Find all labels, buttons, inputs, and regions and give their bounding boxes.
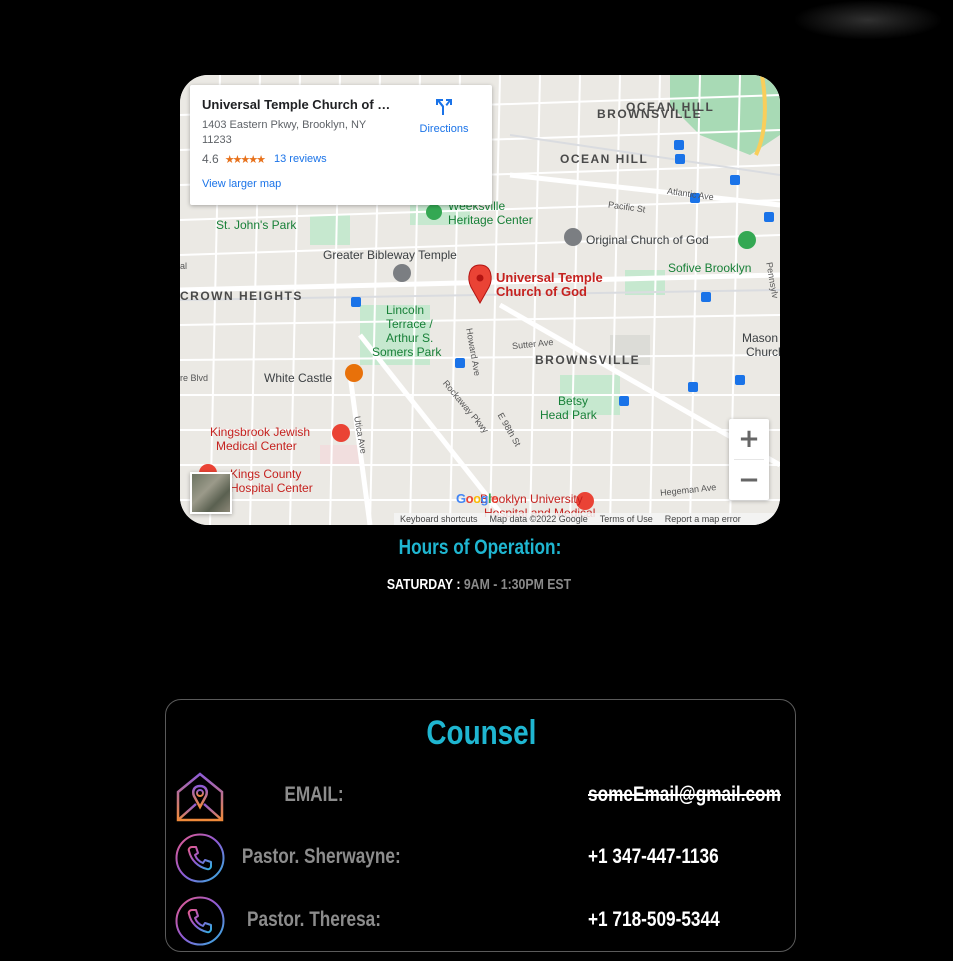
reviews-link[interactable]: 13 reviews — [274, 153, 327, 165]
map-label-crown-heights: CROWN HEIGHTS — [180, 289, 303, 303]
satellite-toggle[interactable] — [190, 472, 232, 514]
hours-title: Hours of Operation: — [398, 536, 562, 559]
place-info-card: Universal Temple Church of G... 1403 Eas… — [190, 85, 492, 205]
map-label-sofive: Sofive Brooklyn — [668, 261, 752, 275]
map-data-text: Map data ©2022 Google — [489, 514, 588, 524]
phone-icon — [175, 896, 225, 946]
street-re-blvd: re Blvd — [180, 373, 209, 383]
contact-row-sherwayne: Pastor. Sherwayne: +1 347-447-1136 — [166, 832, 797, 884]
map-label-original-church: Original Church of God — [586, 233, 709, 247]
contact-label-theresa: Pastor. Theresa: — [247, 908, 381, 931]
map-label-kingsbrook-2: Medical Center — [216, 439, 297, 453]
map-label-lincoln-3: Arthur S. — [386, 331, 434, 345]
street-al: al — [180, 261, 188, 271]
zoom-controls: + − — [729, 419, 769, 500]
counsel-title: Counsel — [426, 714, 537, 752]
hours-time: 9AM - 1:30PM EST — [463, 576, 572, 593]
embedded-map[interactable]: OCEAN HILL BROWNSVILLE OCEAN HILL CROWN … — [180, 75, 780, 525]
contact-label-sherwayne: Pastor. Sherwayne: — [241, 845, 401, 868]
google-logo-letter: g — [480, 491, 489, 506]
contact-row-email: EMAIL: someEmail@gmail.com — [166, 770, 797, 822]
keyboard-shortcuts-link[interactable]: Keyboard shortcuts — [400, 514, 478, 524]
phone-icon — [175, 833, 225, 883]
google-logo-letter: o — [465, 491, 474, 506]
directions-button[interactable]: Directions — [414, 97, 474, 135]
place-title: Universal Temple Church of G... — [202, 97, 398, 112]
view-larger-map-link[interactable]: View larger map — [202, 178, 480, 190]
mail-location-icon — [176, 772, 224, 822]
map-label-weeksville-2: Heritage Center — [448, 213, 533, 227]
map-label-st-johns-park: St. John's Park — [216, 218, 297, 232]
map-label-greater-bibleway: Greater Bibleway Temple — [323, 248, 457, 262]
directions-label: Directions — [419, 123, 469, 135]
map-label-mason-1: Mason Te — [742, 331, 780, 345]
map-label-betsy-1: Betsy — [558, 394, 589, 408]
zoom-out-button[interactable]: − — [729, 460, 769, 500]
contact-value-sherwayne[interactable]: +1 347-447-1136 — [588, 845, 719, 869]
place-address: 1403 Eastern Pkwy, Brooklyn, NY 11233 — [202, 119, 367, 146]
contact-value-theresa[interactable]: +1 718-509-5344 — [588, 908, 720, 932]
contact-row-theresa: Pastor. Theresa: +1 718-509-5344 — [166, 895, 797, 947]
map-label-white-castle: White Castle — [264, 371, 333, 385]
top-decoration — [793, 0, 943, 40]
map-label-universal-1[interactable]: Universal Temple — [496, 270, 603, 285]
map-label-mason-2: Church of — [746, 345, 780, 359]
contact-label-email: EMAIL: — [284, 783, 344, 806]
map-label-lincoln-1: Lincoln — [386, 303, 425, 317]
google-logo-letter: G — [456, 491, 466, 506]
directions-icon — [436, 99, 452, 115]
zoom-in-button[interactable]: + — [729, 419, 769, 459]
contact-value-email[interactable]: someEmail@gmail.com — [588, 783, 781, 807]
map-label-betsy-2: Head Park — [540, 408, 597, 422]
map-attribution: Keyboard shortcuts Map data ©2022 Google T… — [394, 513, 780, 525]
map-label-brownsville-top: BROWNSVILLE — [597, 107, 703, 121]
map-label-lincoln-4: Somers Park — [372, 345, 442, 359]
google-logo-letter: e — [491, 491, 498, 506]
map-label-ocean-hill-2: OCEAN HILL — [560, 152, 649, 166]
google-logo-letter: o — [473, 491, 481, 506]
counsel-card: Counsel EMAIL: someEmail@gmail.com Pasto… — [165, 699, 796, 952]
terms-link[interactable]: Terms of Use — [600, 514, 653, 524]
map-label-kings-county-1: Kings County — [230, 467, 302, 481]
rating-stars-icon: ★★★★★ — [224, 153, 266, 166]
map-label-brownsville: BROWNSVILLE — [535, 353, 641, 367]
rating-value: 4.6 — [202, 152, 219, 166]
map-label-lincoln-2: Terrace / — [386, 317, 433, 331]
map-label-kingsbrook-1: Kingsbrook Jewish — [210, 425, 311, 439]
hours-line: SATURDAY : 9AM - 1:30PM EST — [86, 576, 872, 593]
place-rating: 4.6 ★★★★★ 13 reviews — [202, 152, 480, 166]
map-label-kings-county-2: Hospital Center — [230, 481, 313, 495]
map-label-universal-2[interactable]: Church of God — [496, 284, 587, 299]
report-error-link[interactable]: Report a map error — [665, 514, 741, 524]
hours-day: SATURDAY : — [386, 576, 464, 593]
google-logo: Google — [456, 491, 498, 506]
